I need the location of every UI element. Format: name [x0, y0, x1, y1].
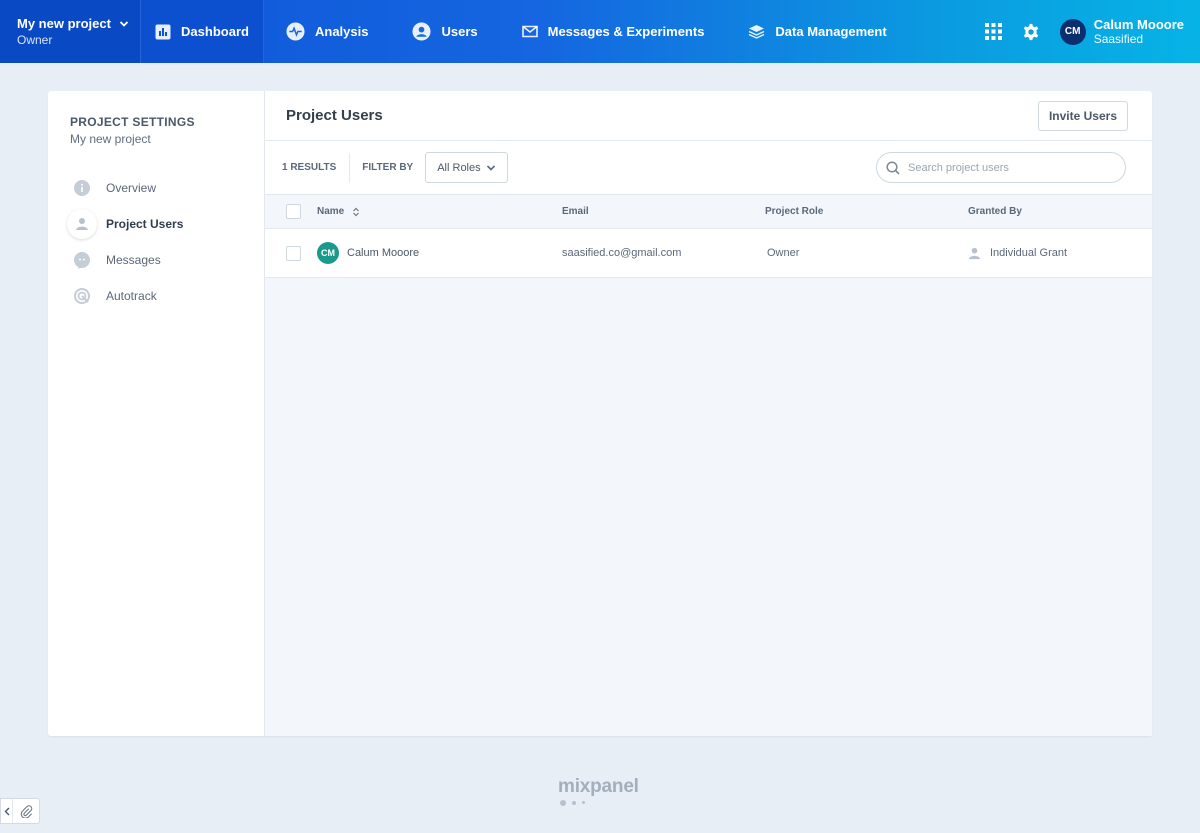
- apps-grid-icon[interactable]: [984, 23, 1002, 40]
- avatar: CM: [317, 242, 339, 264]
- layers-icon: [748, 24, 765, 39]
- search-icon: [886, 160, 900, 175]
- logo-dots: [560, 800, 648, 806]
- nav-dashboard-label: Dashboard: [181, 24, 249, 39]
- pulse-icon: [286, 22, 305, 41]
- sidebar-item-overview[interactable]: Overview: [64, 170, 264, 206]
- person-icon: [968, 247, 981, 260]
- logo-text: mixpanel: [558, 776, 639, 797]
- project-switcher[interactable]: My new project Owner: [0, 0, 140, 63]
- column-header-granted-by: Granted By: [968, 206, 1022, 217]
- dashboard-icon: [155, 24, 171, 40]
- envelope-icon: [521, 25, 538, 38]
- nav-dashboard[interactable]: Dashboard: [140, 0, 264, 63]
- users-table: Name Email Project Role Granted By CM Ca…: [265, 195, 1152, 736]
- page-title: Project Users: [286, 107, 383, 124]
- table-header: Name Email Project Role Granted By: [265, 195, 1152, 229]
- mixpanel-logo: mixpanel: [558, 776, 648, 806]
- results-count: 1 RESULTS: [282, 152, 351, 183]
- nav-analysis-label: Analysis: [315, 24, 369, 39]
- user-circle-icon: [412, 22, 432, 41]
- nav-analysis[interactable]: Analysis: [264, 0, 390, 63]
- column-header-email: Email: [562, 206, 589, 217]
- nav-data-management[interactable]: Data Management: [726, 0, 908, 63]
- column-header-name[interactable]: Name: [317, 206, 562, 217]
- role-filter-value: All Roles: [437, 161, 481, 174]
- sidebar-item-label: Autotrack: [106, 289, 157, 303]
- project-users-content: Project Users Invite Users 1 RESULTS FIL…: [265, 91, 1152, 736]
- nav-data-management-label: Data Management: [775, 24, 887, 39]
- user-email-cell: saasified.co@gmail.com: [562, 247, 682, 259]
- search-box[interactable]: [876, 152, 1126, 183]
- row-checkbox[interactable]: [286, 245, 301, 261]
- paperclip-icon[interactable]: [13, 804, 39, 818]
- nav-messages-label: Messages & Experiments: [547, 24, 705, 39]
- user-name-cell: Calum Mooore: [347, 247, 420, 259]
- settings-sidebar: PROJECT SETTINGS My new project Overview…: [48, 91, 265, 736]
- person-icon: [67, 209, 97, 239]
- project-role: Owner: [17, 33, 53, 47]
- user-menu[interactable]: CM Calum Mooore Saasified: [1059, 17, 1184, 46]
- chevron-left-icon[interactable]: [1, 799, 13, 823]
- nav-users[interactable]: Users: [390, 0, 499, 63]
- info-icon: [74, 180, 90, 196]
- target-icon: [74, 288, 90, 304]
- sidebar-item-messages[interactable]: Messages: [64, 242, 264, 278]
- sort-icon: [352, 207, 360, 217]
- filter-by-label: FILTER BY: [362, 162, 414, 173]
- sidebar-item-autotrack[interactable]: Autotrack: [64, 278, 264, 314]
- user-name: Calum Mooore: [1093, 17, 1184, 32]
- chevron-down-icon: [119, 19, 129, 29]
- sidebar-item-label: Messages: [106, 253, 161, 267]
- chevron-down-icon: [486, 164, 496, 172]
- filter-bar: 1 RESULTS FILTER BY All Roles: [265, 141, 1152, 195]
- column-header-label: Name: [317, 206, 345, 217]
- avatar: CM: [1059, 18, 1086, 45]
- role-filter-dropdown[interactable]: All Roles: [425, 152, 509, 183]
- top-navigation-bar: My new project Owner Dashboard Analysis …: [0, 0, 1200, 63]
- search-input[interactable]: [908, 161, 1108, 174]
- column-header-role: Project Role: [765, 206, 824, 217]
- user-role-text: Owner: [767, 247, 800, 259]
- granted-by-cell: Individual Grant: [990, 247, 1068, 259]
- gear-icon[interactable]: [1022, 23, 1040, 41]
- sidebar-title: PROJECT SETTINGS: [70, 115, 195, 129]
- nav-messages-experiments[interactable]: Messages & Experiments: [500, 0, 727, 63]
- user-role-cell: Owner: [765, 247, 968, 259]
- settings-panel: PROJECT SETTINGS My new project Overview…: [48, 91, 1152, 736]
- table-row[interactable]: CM Calum Mooore saasified.co@gmail.com O…: [265, 229, 1152, 278]
- select-all-checkbox[interactable]: [286, 204, 301, 219]
- chat-icon: [74, 251, 90, 269]
- sidebar-item-label: Project Users: [106, 217, 184, 231]
- attachment-widget[interactable]: [0, 798, 40, 824]
- sidebar-item-label: Overview: [106, 181, 157, 195]
- sidebar-subtitle: My new project: [70, 132, 151, 146]
- project-name: My new project: [17, 16, 111, 31]
- invite-users-button[interactable]: Invite Users: [1037, 100, 1128, 131]
- nav-users-label: Users: [441, 24, 478, 39]
- user-org: Saasified: [1093, 32, 1144, 46]
- sidebar-item-project-users[interactable]: Project Users: [64, 206, 264, 242]
